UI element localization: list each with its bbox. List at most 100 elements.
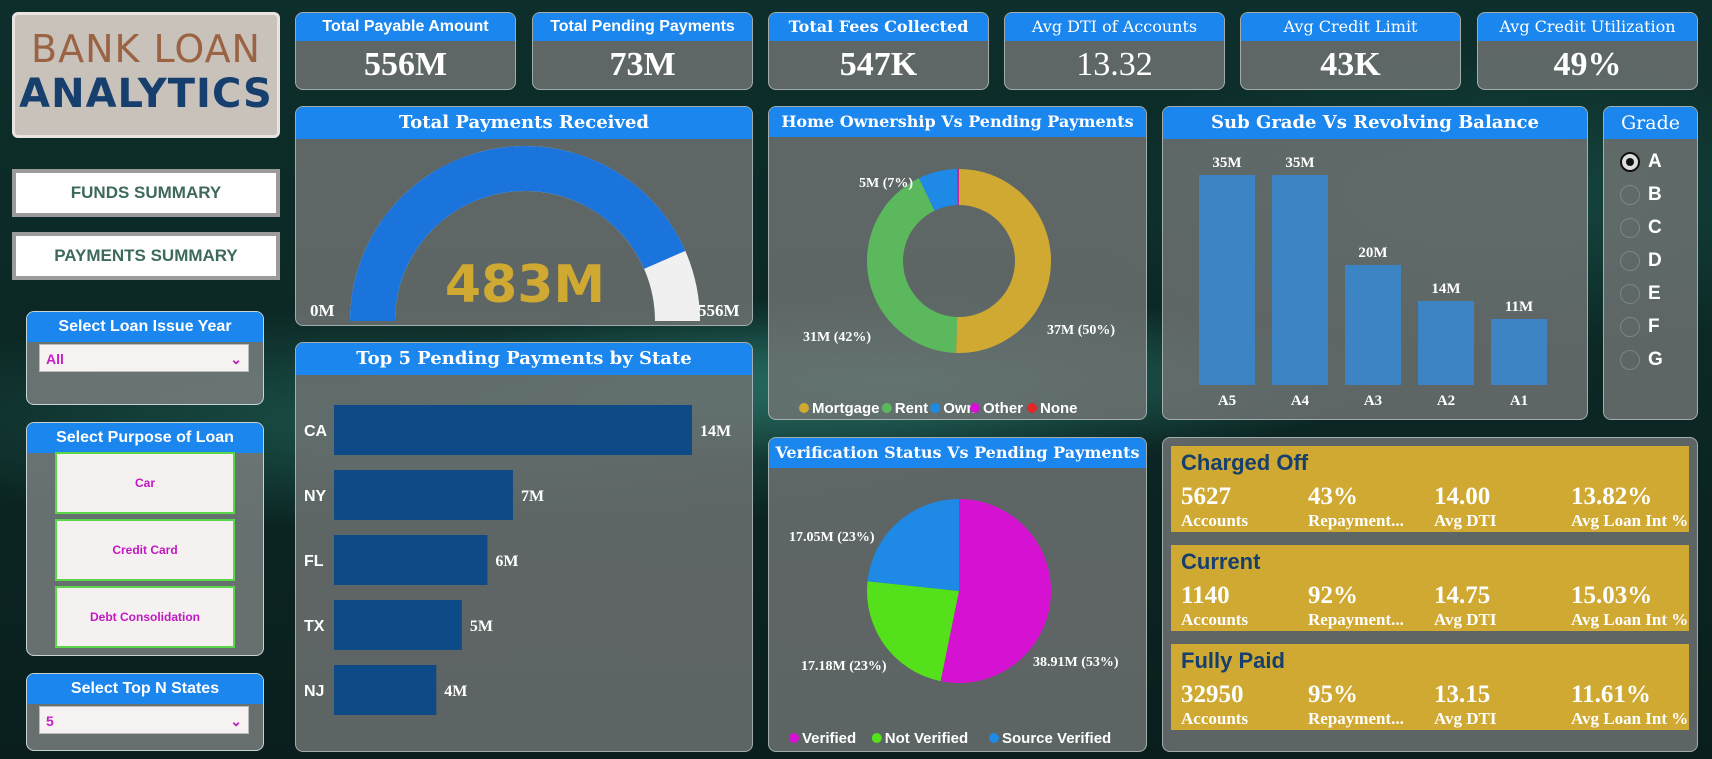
subgrade-tick-label: A3 [1364, 393, 1382, 409]
state-bar [334, 600, 462, 650]
purpose-tile-car[interactable]: Car [55, 452, 235, 514]
home-ownership-title: Home Ownership Vs Pending Payments [769, 107, 1146, 137]
kpi-label: Avg Credit Utilization [1478, 13, 1697, 41]
funds-summary-button[interactable]: FUNDS SUMMARY [12, 169, 280, 217]
legend-label: Not Verified [885, 730, 968, 747]
donut-slice [956, 169, 1051, 353]
subgrade-tick-label: A4 [1291, 393, 1310, 409]
kpi-card-total-pending: Total Pending Payments 73M [532, 12, 753, 90]
verification-panel: Verification Status Vs Pending Payments … [768, 437, 1147, 752]
verification-chart: 38.91M (53%) 17.18M (23%) 17.05M (23%) Veri… [789, 499, 1119, 747]
legend-marker [989, 733, 999, 743]
state-data-label: 7M [521, 488, 544, 505]
chevron-down-icon: ⌄ [230, 713, 242, 729]
purpose-tile-debt-consolidation[interactable]: Debt Consolidation [55, 586, 235, 648]
loan-issue-year-dropdown[interactable]: All ⌄ [39, 344, 249, 372]
loan-status-panel: Charged Off 5627 43% 14.00 13.82% Accoun… [1162, 437, 1698, 752]
grade-option-label: D [1648, 250, 1662, 271]
grade-option-label: C [1648, 217, 1662, 238]
legend-marker [930, 403, 941, 413]
status-card-current: Current 1140 92% 14.75 15.03% Accounts R… [1171, 545, 1689, 631]
sub-grade-chart: 35M A5 35M A4 20M A3 14M A2 11M A1 [1199, 155, 1547, 409]
kpi-card-avg-dti: Avg DTI of Accounts 13.32 [1004, 12, 1225, 90]
donut-data-label: 31M (42%) [803, 330, 871, 345]
legend-marker [881, 403, 892, 413]
legend-label: Other [983, 400, 1023, 417]
subgrade-data-label: 20M [1358, 245, 1387, 261]
home-ownership-panel: Home Ownership Vs Pending Payments 37M (… [768, 106, 1147, 420]
pie-slice [867, 499, 959, 591]
subgrade-tick-label: A5 [1218, 393, 1236, 409]
chevron-down-icon: ⌄ [230, 351, 242, 367]
loan-purpose-slicer: Select Purpose of Loan Car Credit Card D… [26, 422, 264, 656]
payments-summary-button[interactable]: PAYMENTS SUMMARY [12, 232, 280, 280]
status-accounts-label: Accounts [1181, 709, 1249, 728]
top-n-states-dropdown[interactable]: 5 ⌄ [39, 706, 249, 734]
state-data-label: 14M [700, 423, 731, 440]
donut-data-label: 5M (7%) [859, 176, 913, 191]
kpi-value: 13.32 [1076, 46, 1153, 83]
radio-icon [1620, 152, 1640, 172]
top-n-states-slicer: Select Top N States 5 ⌄ [26, 673, 264, 751]
kpi-value: 73M [609, 46, 676, 83]
subgrade-bar [1272, 175, 1328, 385]
pie-data-label: 17.05M (23%) [789, 530, 875, 545]
subgrade-data-label: 14M [1431, 281, 1460, 297]
top-states-title: Top 5 Pending Payments by State [296, 343, 752, 375]
top-n-states-value: 5 [46, 713, 54, 729]
status-accounts-label: Accounts [1181, 511, 1249, 530]
purpose-tile-credit-card[interactable]: Credit Card [55, 519, 235, 581]
status-interest-label: Avg Loan Int % [1571, 610, 1689, 629]
status-interest-value: 13.82% [1571, 483, 1653, 510]
subgrade-bar [1345, 265, 1401, 385]
radio-icon [1620, 317, 1640, 337]
gauge-max-label: 556M [698, 301, 740, 320]
subgrade-bar [1418, 301, 1474, 385]
status-interest-value: 11.61% [1571, 681, 1651, 708]
kpi-value: 43K [1320, 46, 1381, 83]
status-name: Current [1181, 549, 1261, 574]
status-dti-label: Avg DTI [1434, 709, 1497, 728]
kpi-label: Avg Credit Limit [1241, 13, 1460, 41]
grade-option-label: B [1648, 184, 1662, 205]
subgrade-bar [1491, 319, 1547, 385]
status-accounts-value: 32950 [1181, 681, 1244, 708]
kpi-label: Total Payable Amount [296, 13, 515, 41]
pie-data-label: 38.91M (53%) [1033, 655, 1119, 670]
status-card-charged-off: Charged Off 5627 43% 14.00 13.82% Accoun… [1171, 446, 1689, 532]
subgrade-data-label: 35M [1212, 155, 1241, 171]
kpi-card-total-payable: Total Payable Amount 556M [295, 12, 516, 90]
subgrade-tick-label: A2 [1437, 393, 1455, 409]
status-dti-value: 13.15 [1434, 681, 1491, 708]
status-interest-label: Avg Loan Int % [1571, 709, 1689, 728]
sub-grade-title: Sub Grade Vs Revolving Balance [1163, 107, 1587, 139]
total-payments-gauge-panel: Total Payments Received 483M 0M 556M [295, 106, 753, 326]
loan-issue-year-title: Select Loan Issue Year [27, 312, 263, 342]
subgrade-data-label: 11M [1505, 299, 1533, 315]
state-data-label: 4M [444, 683, 467, 700]
state-tick-label: NJ [304, 683, 324, 700]
status-dti-label: Avg DTI [1434, 610, 1497, 629]
app-title-box: BANK LOAN ANALYTICS [12, 12, 280, 138]
kpi-card-avg-credit-limit: Avg Credit Limit 43K [1240, 12, 1461, 90]
app-title-line2: ANALYTICS [19, 71, 273, 117]
legend-marker [799, 403, 809, 413]
app-title-line1: BANK LOAN [31, 27, 261, 71]
status-repayment-value: 43% [1308, 483, 1358, 510]
state-bar [334, 405, 692, 455]
subgrade-bar [1199, 175, 1255, 385]
gauge-value: 483M [444, 255, 606, 315]
status-interest-value: 15.03% [1571, 582, 1653, 609]
loan-issue-year-slicer: Select Loan Issue Year All ⌄ [26, 311, 264, 405]
verification-title: Verification Status Vs Pending Payments [769, 438, 1146, 468]
radio-icon [1620, 218, 1640, 238]
status-repayment-value: 95% [1308, 681, 1358, 708]
status-card-fully-paid: Fully Paid 32950 95% 13.15 11.61% Accoun… [1171, 644, 1689, 730]
grade-option-label: G [1648, 349, 1663, 370]
top-n-states-title: Select Top N States [27, 674, 263, 704]
legend-marker [789, 733, 799, 743]
gauge-title: Total Payments Received [296, 107, 752, 139]
top-states-panel: Top 5 Pending Payments by State CA 14M NY 7… [295, 342, 753, 752]
sub-grade-panel: Sub Grade Vs Revolving Balance 35M A5 35M A… [1162, 106, 1588, 420]
state-tick-label: NY [304, 488, 327, 505]
